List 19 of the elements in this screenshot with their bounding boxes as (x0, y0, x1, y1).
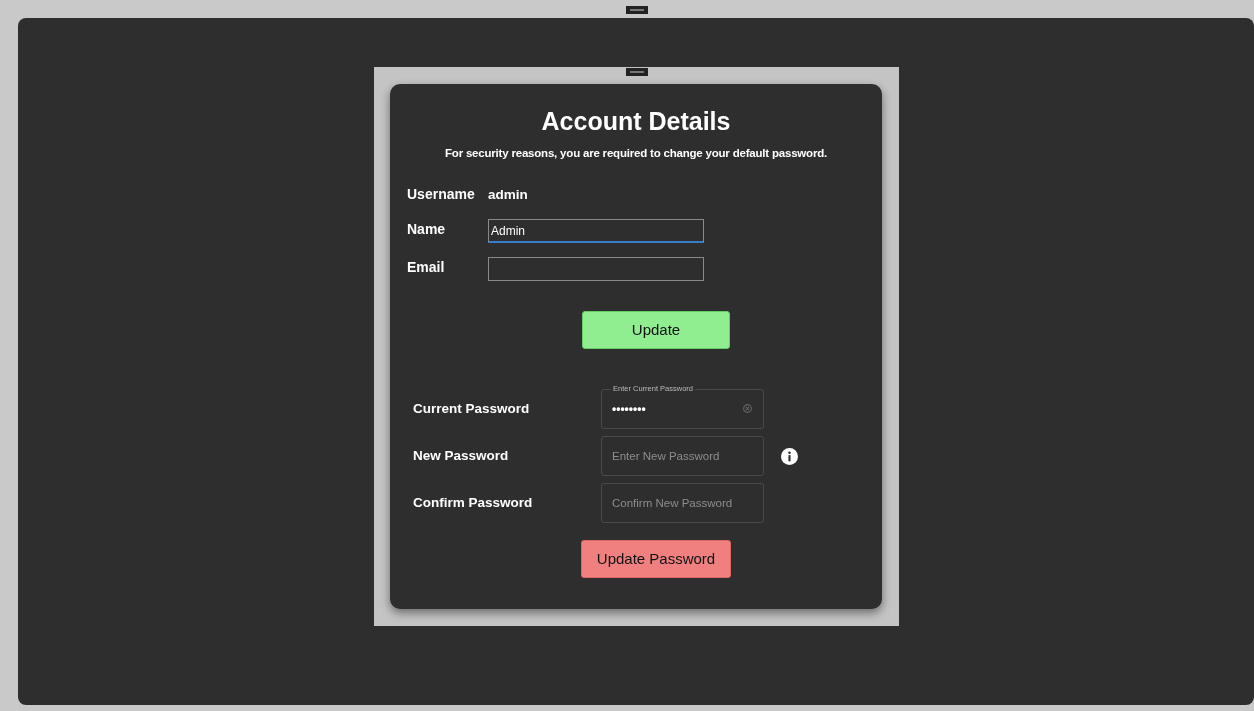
handle-icon[interactable] (626, 6, 648, 14)
update-password-button[interactable]: Update Password (581, 540, 731, 579)
password-field[interactable]: Enter New Password (601, 436, 764, 477)
input-field[interactable] (488, 257, 704, 282)
field-label: Username (407, 185, 476, 205)
handle-icon[interactable] (626, 68, 648, 76)
username-value: admin (488, 185, 528, 204)
field-label: New Password (412, 447, 510, 466)
field-label: Current Password (412, 400, 531, 419)
instruction-text: For security reasons, you are required to change your default password. (444, 146, 828, 161)
clear-icon[interactable] (743, 404, 752, 414)
field-label: Confirm Password (412, 494, 534, 513)
info-icon[interactable] (781, 447, 798, 465)
field-label: Email (407, 258, 446, 278)
field-label: Name (407, 220, 447, 240)
update-button[interactable]: Update (582, 311, 730, 350)
page-title: Account Details (540, 106, 732, 136)
password-field[interactable]: Confirm New Password (601, 483, 764, 524)
input-field[interactable]: Admin (488, 219, 704, 244)
